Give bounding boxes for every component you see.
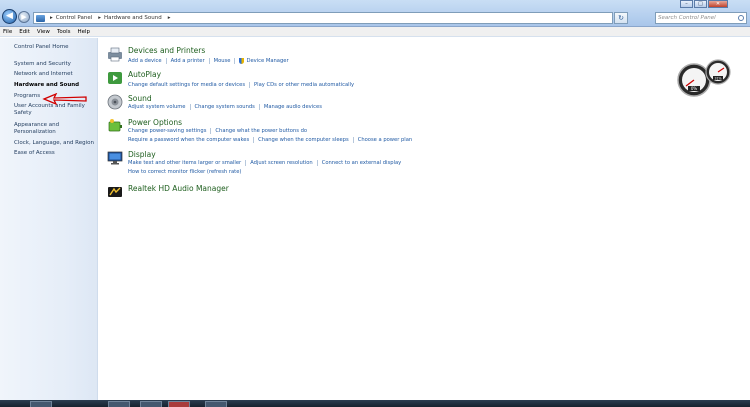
sidebar-item-system-security[interactable]: System and Security [14,61,96,68]
red-arrow-annotation-icon [42,93,87,105]
cpu-meter-gadget-icon[interactable]: 0% 31% [676,56,736,98]
category-links: Add a device Add a printer Mouse Device … [128,58,289,64]
sidebar-item-network[interactable]: Network and Internet [14,71,96,78]
link-autoplay-defaults[interactable]: Change default settings for media or dev… [128,82,245,88]
back-button[interactable]: ◀ [2,9,17,24]
category-title[interactable]: Display [128,150,156,159]
minimize-button[interactable]: – [680,0,693,8]
link-add-device[interactable]: Add a device [128,58,162,64]
link-play-cds[interactable]: Play CDs or other media automatically [254,82,354,88]
link-change-sounds[interactable]: Change system sounds [195,104,255,110]
link-separator [245,160,247,166]
link-manage-audio[interactable]: Manage audio devices [264,104,322,110]
sidebar-item-hardware-sound[interactable]: Hardware and Sound [14,82,96,89]
breadcrumb-dropdown-icon[interactable]: ▸ [168,15,171,21]
monitor-icon [107,151,123,165]
maximize-button[interactable]: □ [694,0,707,8]
category-links-row-2: Require a password when the computer wak… [128,137,412,143]
search-placeholder: Search Control Panel [658,15,716,21]
navigation-pane: Control Panel Home System and Security N… [0,38,98,400]
category-title[interactable]: Devices and Printers [128,46,205,55]
link-separator [234,58,236,64]
link-separator [165,58,167,64]
link-separator [189,104,191,110]
search-input[interactable]: Search Control Panel [655,12,747,24]
link-computer-sleeps[interactable]: Change when the computer sleeps [258,137,349,143]
close-button[interactable]: ✕ [708,0,728,8]
category-links-row-1: Change power-saving settings Change what… [128,128,307,134]
forward-arrow-icon: ▶ [21,13,27,21]
category-title[interactable]: AutoPlay [128,70,161,79]
menu-tools[interactable]: Tools [57,29,71,35]
taskbar-button[interactable] [140,401,162,407]
refresh-button[interactable]: ↻ [614,12,628,24]
breadcrumb-separator-icon: ▸ [50,15,53,21]
mem-value: 31% [714,76,721,80]
taskbar-button[interactable] [205,401,227,407]
link-separator [253,137,255,143]
link-separator [352,137,354,143]
menu-file[interactable]: File [3,29,12,35]
link-power-plan[interactable]: Choose a power plan [358,137,413,143]
back-arrow-icon: ◀ [6,11,13,21]
breadcrumb-separator-icon: ▸ [98,15,101,21]
link-separator [258,104,260,110]
link-device-manager[interactable]: Device Manager [246,58,288,64]
category-links: Change default settings for media or dev… [128,82,354,88]
menu-edit[interactable]: Edit [19,29,30,35]
link-mouse[interactable]: Mouse [214,58,231,64]
refresh-icon: ↻ [618,14,624,22]
title-bar: – □ ✕ ◀ ▶ ▸ Control Panel ▸ Hardware and… [0,0,750,27]
content-area: Devices and Printers Add a device Add a … [99,38,750,400]
speaker-icon [107,94,123,110]
category-title[interactable]: Realtek HD Audio Manager [128,184,229,193]
window-controls: – □ ✕ [679,0,728,8]
address-bar[interactable]: ▸ Control Panel ▸ Hardware and Sound ▸ [33,12,613,24]
link-text-size[interactable]: Make text and other items larger or smal… [128,160,241,166]
category-links: Adjust system volume Change system sound… [128,104,322,110]
link-power-buttons[interactable]: Change what the power buttons do [215,128,307,134]
category-links-row-1: Make text and other items larger or smal… [128,160,401,166]
taskbar-button[interactable] [30,401,52,407]
breadcrumb-control-panel[interactable]: Control Panel [56,15,92,21]
link-add-printer[interactable]: Add a printer [171,58,205,64]
taskbar-button[interactable] [108,401,130,407]
link-require-password[interactable]: Require a password when the computer wak… [128,137,249,143]
link-power-saving[interactable]: Change power-saving settings [128,128,206,134]
link-monitor-flicker[interactable]: How to correct monitor flicker (refresh … [128,169,241,175]
link-external-display[interactable]: Connect to an external display [322,160,401,166]
link-separator [249,82,251,88]
category-links-row-2: How to correct monitor flicker (refresh … [128,169,241,175]
category-title[interactable]: Power Options [128,118,182,127]
link-separator [316,160,318,166]
link-screen-resolution[interactable]: Adjust screen resolution [250,160,313,166]
control-panel-icon [36,14,45,22]
sidebar-item-clock-language[interactable]: Clock, Language, and Region [14,140,96,147]
cpu-value: 0% [691,86,698,91]
autoplay-icon [108,72,122,84]
link-adjust-volume[interactable]: Adjust system volume [128,104,186,110]
link-separator [210,128,212,134]
sidebar-item-control-panel-home[interactable]: Control Panel Home [14,44,96,51]
taskbar [0,400,750,407]
battery-icon [108,119,122,132]
menu-bar: File Edit View Tools Help [0,27,750,37]
realtek-icon [108,187,122,197]
sidebar-item-ease-of-access[interactable]: Ease of Access [14,150,96,157]
search-icon[interactable] [738,15,744,21]
breadcrumb-hardware-and-sound[interactable]: Hardware and Sound [104,15,162,21]
taskbar-button[interactable] [168,401,190,407]
printer-icon [108,47,122,62]
forward-button[interactable]: ▶ [18,11,30,23]
link-separator [208,58,210,64]
uac-shield-icon [239,58,245,64]
menu-view[interactable]: View [37,29,50,35]
sidebar-item-appearance[interactable]: Appearance and Personalization [14,122,64,136]
sidebar-item-user-accounts[interactable]: User Accounts and Family Safety [14,103,86,117]
category-title[interactable]: Sound [128,94,152,103]
menu-help[interactable]: Help [78,29,91,35]
